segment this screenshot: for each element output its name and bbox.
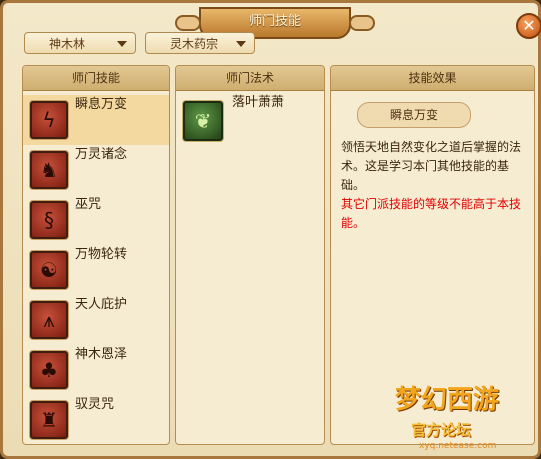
lightning-icon: ϟ (30, 101, 68, 139)
chevron-down-icon (117, 41, 127, 47)
skill-item-天人庇护[interactable]: ⩚ 天人庇护 (23, 295, 169, 345)
skill-item-驭灵咒[interactable]: ♜ 驭灵咒 (23, 395, 169, 444)
game-logo: 梦幻西游 官方论坛 xyq.netease.com (395, 373, 535, 453)
spells-panel-header: 师门法术 (176, 66, 324, 91)
spell-label: 落叶萧萧 (232, 95, 285, 110)
logo-subtitle: 官方论坛 (411, 421, 472, 439)
logo-url: xyq.netease.com (419, 441, 497, 451)
swirl-rune-icon: § (30, 201, 68, 239)
close-button[interactable]: ✕ (516, 13, 541, 39)
skill-window: 师门技能 ✕ 神木林 灵木药宗 师门技能 ϟ 瞬息万变 ♞ 万灵诸念 § 巫咒 … (0, 0, 541, 459)
logo-title: 梦幻西游 (395, 385, 500, 415)
branch-dropdown[interactable]: 灵木药宗 (145, 32, 255, 54)
effect-panel-header: 技能效果 (331, 66, 534, 91)
spirit-head-icon: ♜ (30, 401, 68, 439)
school-dropdown[interactable]: 神木林 (24, 32, 136, 54)
skill-label: 天人庇护 (75, 297, 128, 312)
skill-label: 驭灵咒 (75, 397, 115, 412)
spell-item-落叶萧萧[interactable]: ❦ 落叶萧萧 (176, 95, 324, 145)
effect-description: 领悟天地自然变化之道后掌握的法术。这是学习本门其他技能的基础。 其它门派技能的等… (341, 138, 527, 233)
effect-skill-name: 瞬息万变 (357, 102, 471, 128)
skill-item-巫咒[interactable]: § 巫咒 (23, 195, 169, 245)
spells-panel: 师门法术 ❦ 落叶萧萧 (175, 65, 325, 445)
effect-warning-text: 其它门派技能的等级不能高于本技能。 (341, 197, 522, 230)
tree-icon: ♣ (30, 351, 68, 389)
skill-item-神木恩泽[interactable]: ♣ 神木恩泽 (23, 345, 169, 395)
skill-label: 万物轮转 (75, 247, 128, 262)
skills-panel-header: 师门技能 (23, 66, 169, 91)
leaf-swirl-icon: ❦ (183, 101, 223, 141)
skill-item-瞬息万变[interactable]: ϟ 瞬息万变 (23, 95, 169, 145)
effect-description-text: 领悟天地自然变化之道后掌握的法术。这是学习本门其他技能的基础。 (341, 140, 522, 192)
skills-panel: 师门技能 ϟ 瞬息万变 ♞ 万灵诸念 § 巫咒 ☯ 万物轮转 ⩚ 天人庇护 ♣ … (22, 65, 170, 445)
branch-dropdown-value: 灵木药宗 (170, 37, 219, 51)
chevron-down-icon (236, 41, 246, 47)
skill-label: 神木恩泽 (75, 347, 128, 362)
praying-hands-icon: ⩚ (30, 301, 68, 339)
skill-label: 瞬息万变 (75, 97, 128, 112)
skill-item-万物轮转[interactable]: ☯ 万物轮转 (23, 245, 169, 295)
yin-yang-icon: ☯ (30, 251, 68, 289)
rabbit-icon: ♞ (30, 151, 68, 189)
skill-label: 万灵诸念 (75, 147, 128, 162)
school-dropdown-value: 神木林 (49, 37, 86, 51)
skill-label: 巫咒 (75, 197, 102, 212)
skill-item-万灵诸念[interactable]: ♞ 万灵诸念 (23, 145, 169, 195)
